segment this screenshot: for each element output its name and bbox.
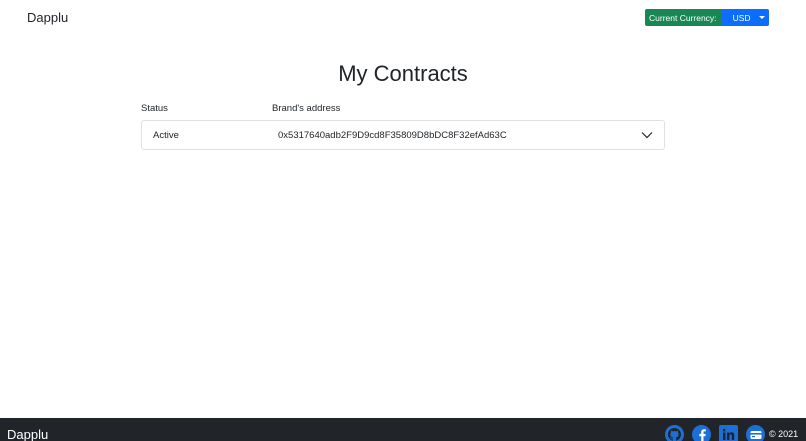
social-links: [665, 425, 765, 441]
currency-value: USD: [732, 12, 751, 23]
page-title: My Contracts: [338, 61, 468, 86]
caret-down-icon: [758, 16, 765, 19]
brand-link[interactable]: Dapplu: [27, 10, 68, 25]
contract-accordion-item[interactable]: Active 0x5317640adb2F9D9cd8F35809D8bDC8F…: [141, 120, 665, 150]
contract-address: 0x5317640adb2F9D9cd8F35809D8bDC8F32efAd6…: [278, 129, 507, 141]
column-header-address: Brand's address: [272, 103, 341, 114]
footer: Dapplu © 2021: [0, 418, 806, 441]
currency-selector[interactable]: Current Currency: USD: [645, 9, 769, 26]
wallet-icon[interactable]: [746, 425, 765, 441]
page: Dapplu Current Currency: USD My Contract…: [0, 0, 806, 441]
currency-dropdown[interactable]: USD: [720, 9, 769, 26]
footer-brand: Dapplu: [7, 427, 49, 441]
facebook-icon[interactable]: [692, 425, 711, 441]
copyright-text: © 2021: [769, 429, 799, 439]
chevron-down-icon: [641, 132, 653, 139]
currency-label: Current Currency:: [645, 9, 721, 26]
linkedin-icon[interactable]: [719, 425, 738, 441]
contract-status: Active: [153, 129, 179, 141]
column-header-status: Status: [141, 103, 168, 114]
github-icon[interactable]: [665, 425, 684, 441]
